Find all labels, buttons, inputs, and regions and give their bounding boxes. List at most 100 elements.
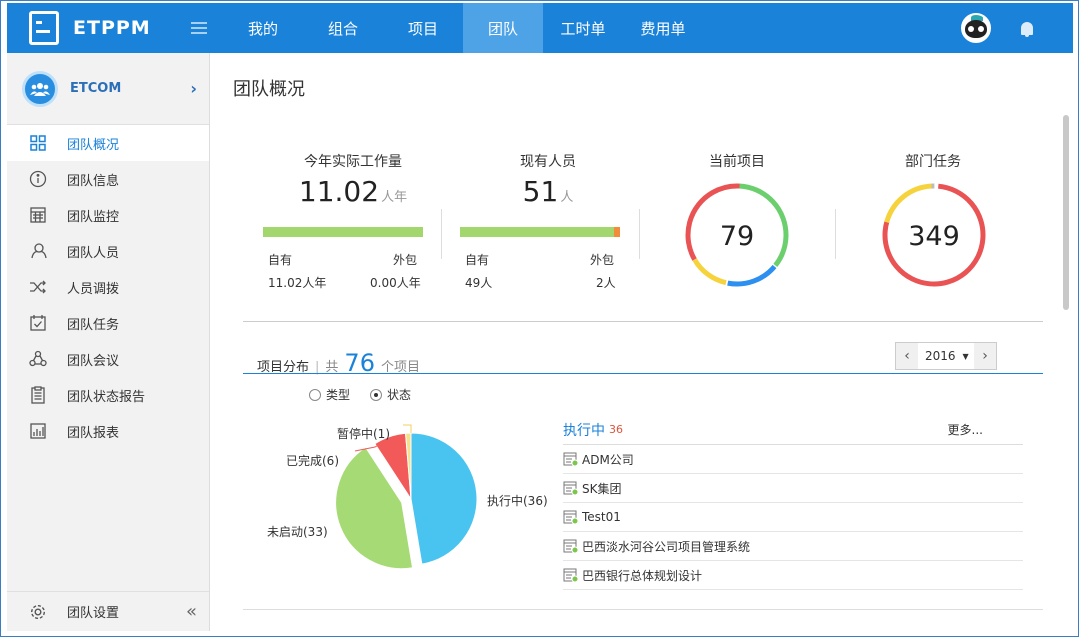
team-header[interactable]: ETCOM › (7, 53, 209, 125)
sidebar-item-allocation[interactable]: 人员调拨 (7, 269, 209, 305)
list-item[interactable]: 巴西银行总体规划设计 (563, 561, 1023, 590)
tasks-ring[interactable]: 349 (878, 179, 990, 291)
list-item-label: ADM公司 (582, 452, 634, 467)
sidebar: ETCOM › 团队概况 团队信息 团队监控 团队人员 人员调拨 团队任务 团队… (7, 53, 210, 631)
radio-dot (309, 388, 321, 401)
sidebar-item-label: 团队概况 (67, 137, 120, 153)
staff-stat: 现有人员 51 人 (493, 151, 603, 208)
chevron-right-icon[interactable]: › (190, 79, 197, 98)
workload-out-value: 0.00人年 (370, 276, 421, 290)
staff-label: 现有人员 (520, 154, 576, 170)
pie-label-in-progress: 执行中(36) (487, 494, 548, 508)
section-divider (243, 321, 1043, 322)
nav-item-mine[interactable]: 我的 (223, 3, 303, 53)
app-window: ETPPM 我的 组合 项目 团队 工时单 费用单 ETCOM › 团队概况 团… (0, 0, 1079, 637)
workload-unit: 人年 (381, 190, 408, 205)
radio-status-label: 状态 (387, 388, 412, 402)
main-nav: 我的 组合 项目 团队 工时单 费用单 (223, 3, 703, 53)
nav-item-project[interactable]: 项目 (383, 3, 463, 53)
section-bottom-divider (243, 609, 1043, 610)
radio-type-label: 类型 (326, 388, 351, 402)
sidebar-item-members[interactable]: 团队人员 (7, 233, 209, 269)
sidebar-item-label: 团队监控 (67, 209, 120, 225)
list-count: 36 (609, 423, 623, 436)
projects-ring[interactable]: 79 (681, 179, 793, 291)
divider (835, 209, 836, 259)
project-icon (563, 480, 579, 496)
task-check-icon (29, 314, 47, 332)
project-list: 执行中 36 更多... ADM公司 SK集团 Test01 巴西淡水河谷公司项… (563, 415, 1023, 590)
pie-label-completed: 已完成(6) (286, 454, 339, 468)
sidebar-item-monitor[interactable]: 团队监控 (7, 197, 209, 233)
nav-item-portfolio[interactable]: 组合 (303, 3, 383, 53)
nav-item-expense[interactable]: 费用单 (623, 3, 703, 53)
staff-value: 51 (522, 175, 559, 208)
bell-icon[interactable] (1021, 21, 1033, 37)
list-item[interactable]: SK集团 (563, 474, 1023, 503)
settings-label: 团队设置 (67, 606, 120, 621)
logo-text: ETPPM (73, 17, 151, 39)
pie-slice-in-progress[interactable] (410, 432, 478, 565)
radio-type[interactable]: 类型 (309, 386, 350, 403)
workload-stat: 今年实际工作量 11.02 人年 (283, 151, 423, 208)
list-item[interactable]: Test01 (563, 503, 1023, 532)
workload-out-label: 外包 (393, 253, 418, 267)
staff-own-label: 自有 (465, 253, 490, 267)
person-icon (29, 242, 47, 260)
year-value: 2016 (925, 349, 956, 363)
project-icon (563, 538, 579, 554)
staff-out-bar (614, 227, 620, 237)
sidebar-item-label: 人员调拨 (67, 281, 120, 297)
year-selector: ‹ 2016 ▼ › (895, 342, 997, 370)
staff-unit: 人 (560, 190, 574, 205)
main-content: 团队概况 今年实际工作量 11.02 人年 自有 外包 11.02人年 0.00人… (211, 53, 1073, 631)
collapse-sidebar-icon[interactable]: « (186, 601, 197, 622)
workload-own-label: 自有 (268, 253, 293, 267)
staff-out-value: 2人 (596, 276, 616, 290)
workload-own-bar (263, 227, 423, 237)
prev-year-button[interactable]: ‹ (896, 343, 918, 369)
team-avatar-icon (22, 70, 58, 107)
list-item[interactable]: 巴西淡水河谷公司项目管理系统 (563, 532, 1023, 561)
sidebar-item-label: 团队任务 (67, 317, 120, 333)
grid-icon (29, 134, 47, 152)
page-title: 团队概况 (233, 79, 305, 100)
nav-item-timesheet[interactable]: 工时单 (543, 3, 623, 53)
sidebar-item-tasks[interactable]: 团队任务 (7, 305, 209, 341)
list-item-label: SK集团 (582, 481, 622, 496)
project-icon (563, 567, 579, 583)
list-title[interactable]: 执行中 (563, 420, 605, 440)
list-item[interactable]: ADM公司 (563, 445, 1023, 474)
gear-icon (29, 603, 47, 621)
workload-label: 今年实际工作量 (304, 154, 402, 170)
projects-value: 79 (720, 221, 754, 252)
sidebar-item-meetings[interactable]: 团队会议 (7, 341, 209, 377)
sidebar-item-status-report[interactable]: 团队状态报告 (7, 377, 209, 413)
sidebar-settings[interactable]: 团队设置 « (7, 591, 209, 631)
tasks-value: 349 (908, 221, 960, 252)
workload-own-value: 11.02人年 (268, 276, 327, 290)
vertical-scrollbar[interactable] (1063, 115, 1069, 310)
sidebar-item-label: 团队人员 (67, 245, 120, 261)
report-icon (29, 386, 47, 404)
year-dropdown[interactable]: 2016 ▼ (918, 349, 974, 363)
team-name: ETCOM (70, 81, 122, 96)
sidebar-item-label: 团队报表 (67, 425, 120, 441)
menu-toggle-icon[interactable] (185, 3, 213, 53)
user-avatar[interactable] (961, 13, 991, 43)
app-logo[interactable]: ETPPM (7, 11, 203, 45)
chart-icon (29, 422, 47, 440)
nav-item-team[interactable]: 团队 (463, 3, 543, 53)
sidebar-item-info[interactable]: 团队信息 (7, 161, 209, 197)
sidebar-item-label: 团队信息 (67, 173, 120, 189)
radio-dot-selected (370, 388, 383, 401)
divider (441, 209, 442, 259)
sidebar-menu: 团队概况 团队信息 团队监控 团队人员 人员调拨 团队任务 团队会议 团队状态报… (7, 125, 209, 449)
sidebar-item-overview[interactable]: 团队概况 (7, 125, 209, 161)
more-link[interactable]: 更多... (948, 421, 983, 438)
next-year-button[interactable]: › (974, 343, 996, 369)
calendar-icon (29, 206, 47, 224)
radio-status[interactable]: 状态 (370, 386, 411, 403)
sidebar-item-reports[interactable]: 团队报表 (7, 413, 209, 449)
group-by-radios: 类型 状态 (309, 386, 431, 403)
